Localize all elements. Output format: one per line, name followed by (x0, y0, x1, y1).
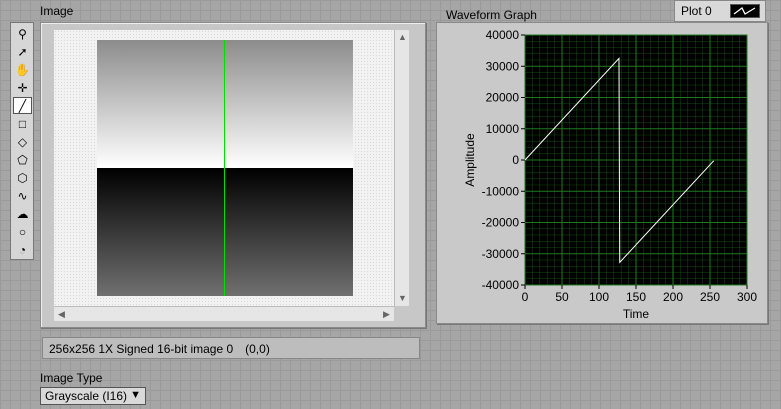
x-tick-label: 250 (700, 290, 720, 304)
freehand-region-icon[interactable]: ☁ (13, 205, 32, 222)
scroll-left-icon[interactable]: ◀ (54, 307, 69, 322)
y-tick-label: 0 (512, 153, 519, 167)
vertical-scrollbar[interactable]: ▲ ▼ (394, 30, 409, 306)
y-tick-label: -20000 (482, 216, 520, 230)
y-tick-label: 10000 (486, 122, 520, 136)
annulus-tool-icon[interactable]: ◔ (13, 241, 32, 258)
horizontal-scrollbar[interactable]: ◀ ▶ (54, 306, 394, 321)
plot-line-icon (730, 4, 760, 18)
crosshair-icon[interactable]: ✛ (13, 79, 32, 96)
line-roi[interactable] (224, 40, 225, 296)
rotated-rectangle-icon[interactable]: ◇ (13, 133, 32, 150)
pixel-coords-text: (0,0) (245, 342, 270, 356)
x-tick-label: 300 (737, 290, 757, 304)
polygon-tool-icon[interactable]: ⬠ (13, 151, 32, 168)
x-tick-label: 0 (522, 290, 529, 304)
graph-title: Waveform Graph (446, 8, 537, 22)
y-tick-label: 30000 (486, 59, 520, 73)
dropdown-arrow-icon[interactable]: ▼ (130, 389, 141, 401)
plot-legend-label: Plot 0 (681, 4, 712, 18)
y-tick-label: 40000 (486, 28, 520, 42)
image-toolbar: ⚲ ➚ ✋ ✛ ╱ □ ◇ ⬠ ⬡ ∿ ☁ ○ ◔ (10, 22, 34, 260)
x-tick-label: 50 (555, 290, 569, 304)
scroll-right-icon[interactable]: ▶ (379, 307, 394, 322)
y-tick-label: -30000 (482, 247, 520, 261)
scroll-down-icon[interactable]: ▼ (395, 291, 410, 306)
image-top-gradient (97, 40, 353, 168)
x-axis-label: Time (623, 307, 650, 321)
image-type-label: Image Type (40, 371, 103, 385)
image-bottom-gradient (97, 168, 353, 296)
x-tick-label: 150 (626, 290, 646, 304)
image-label: Image (40, 4, 74, 18)
image-type-value: Grayscale (I16) (45, 389, 128, 403)
y-tick-label: -10000 (482, 184, 520, 198)
scroll-up-icon[interactable]: ▲ (395, 30, 410, 45)
y-tick-label: -40000 (482, 278, 520, 292)
y-axis-label: Amplitude (463, 133, 477, 187)
x-tick-label: 100 (589, 290, 609, 304)
freehand-line-icon[interactable]: ∿ (13, 187, 32, 204)
select-arrow-icon[interactable]: ➚ (13, 43, 32, 60)
y-tick-label: 20000 (486, 91, 520, 105)
rectangle-tool-icon[interactable]: □ (13, 115, 32, 132)
image-type-dropdown[interactable]: Grayscale (I16) ▼ (40, 387, 146, 405)
pan-hand-icon[interactable]: ✋ (13, 61, 32, 78)
image-info-text: 256x256 1X Signed 16-bit image 0 (49, 342, 234, 356)
waveform-graph[interactable]: 0 50 100 150 200 250 300400003000020000100000-… (436, 22, 768, 324)
zoom-icon[interactable]: ⚲ (13, 25, 32, 42)
oval-tool-icon[interactable]: ○ (13, 223, 32, 240)
x-tick-label: 200 (663, 290, 683, 304)
annulus-arc-icon[interactable]: ⬡ (13, 169, 32, 186)
line-tool-icon[interactable]: ╱ (13, 97, 32, 114)
plot-legend[interactable]: Plot 0 (674, 0, 766, 22)
image-status-bar: 256x256 1X Signed 16-bit image 0 (0,0) (42, 337, 420, 359)
